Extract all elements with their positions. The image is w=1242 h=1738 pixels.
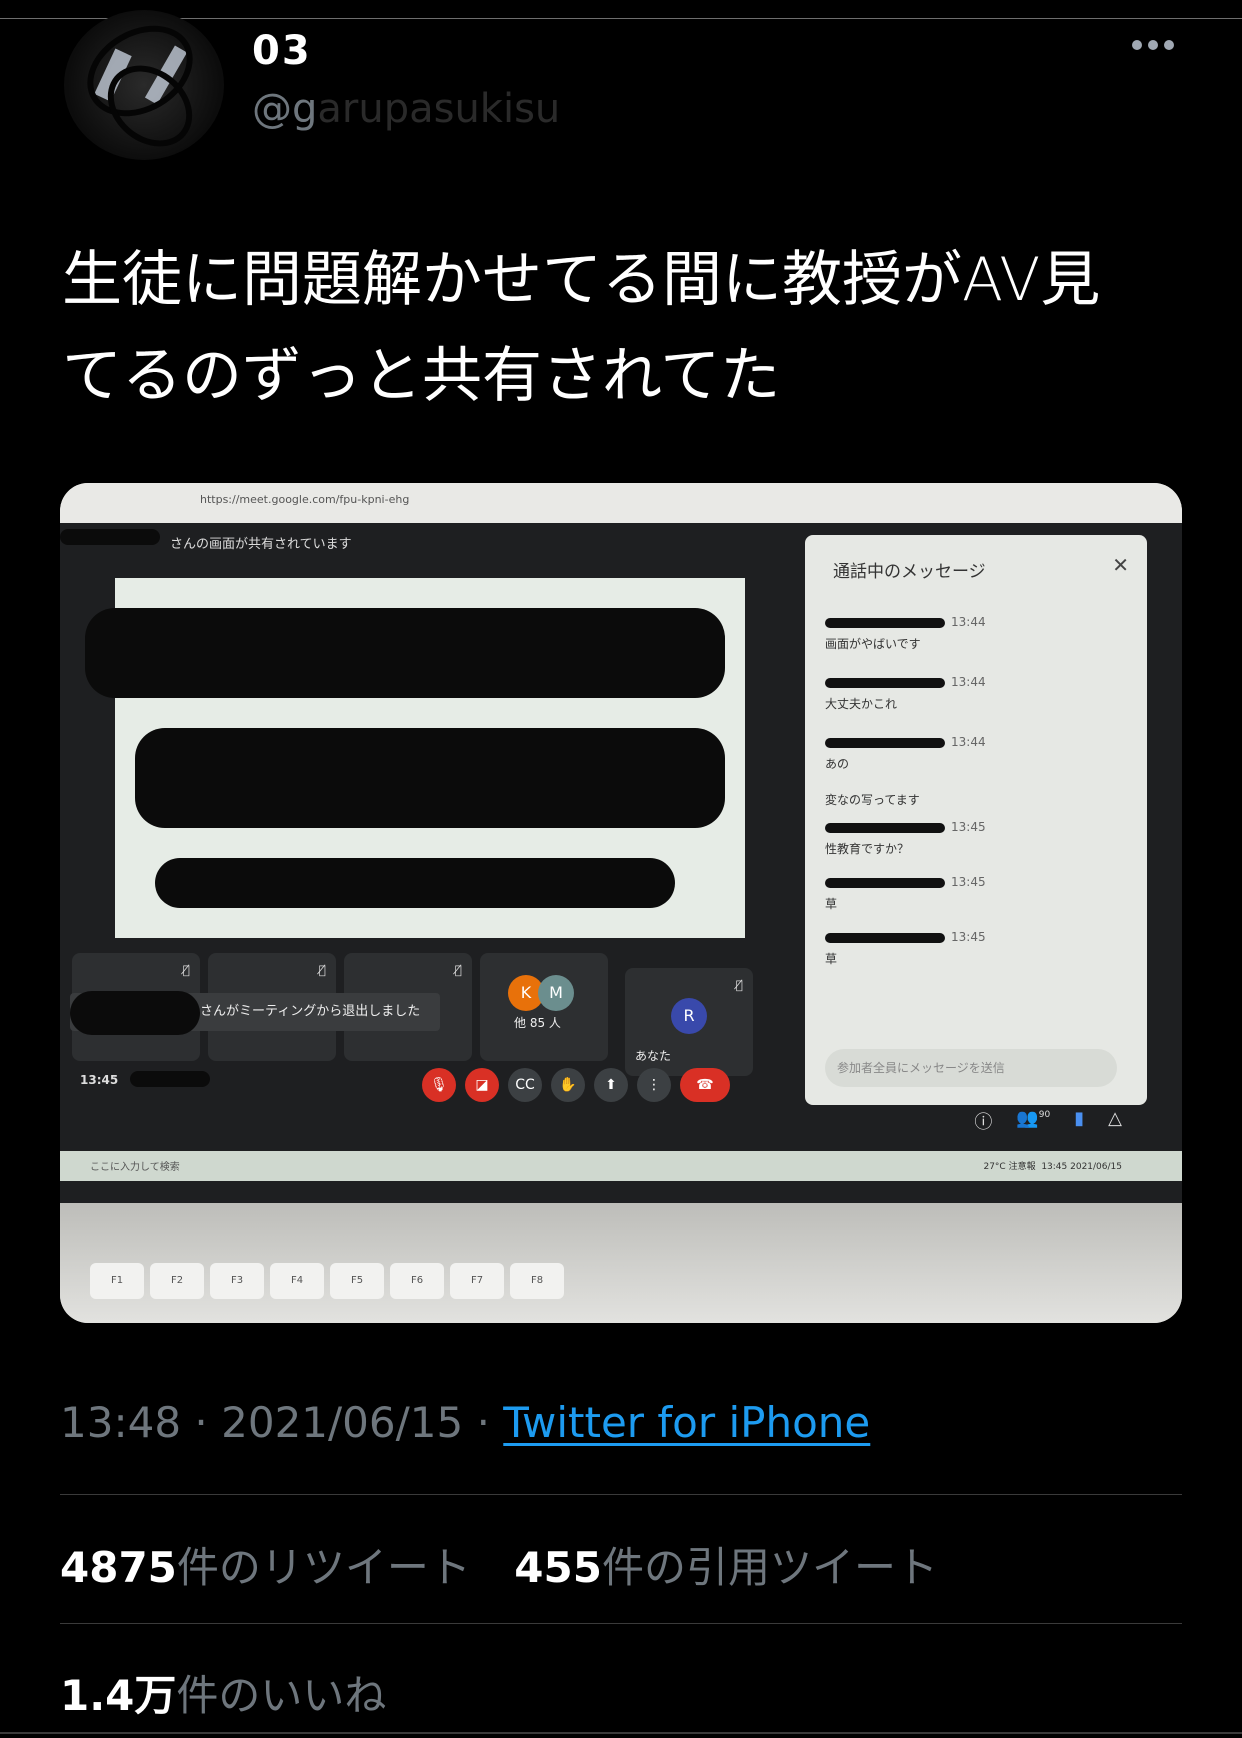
photo-meeting-clock: 13:45 <box>80 1073 119 1087</box>
photo-laptop-bezel: F1 F2 F3 F4 F5 F6 F7 F8 <box>60 1203 1182 1323</box>
quotes-count: 455 <box>514 1543 602 1592</box>
photo-key: F6 <box>390 1263 444 1299</box>
photo-chat-message: 13:44 あの <box>825 735 986 771</box>
photo-keyboard-row: F1 F2 F3 F4 F5 F6 F7 F8 <box>90 1263 564 1299</box>
photo-shared-screen <box>85 578 745 938</box>
activities-icon: △ <box>1108 1108 1122 1129</box>
redaction-mark <box>60 529 160 545</box>
mic-off-icon: 🎙̸ <box>454 963 462 977</box>
photo-windows-taskbar: ここに入力して検索 27°C 注意報 13:45 2021/06/15 <box>60 1151 1182 1181</box>
redaction-mark <box>825 932 945 943</box>
captions-icon: CC <box>508 1068 542 1102</box>
redaction-mark <box>70 991 200 1035</box>
retweets-label: 件のリツイート <box>176 1543 471 1592</box>
redaction-mark <box>135 728 725 828</box>
photo-others-label: 他 85 人 <box>514 1016 561 1030</box>
photo-others-tile: K M 他 85 人 <box>480 953 608 1061</box>
likes-row: 1.4万件のいいね <box>60 1662 416 1723</box>
photo-chat-input: 参加者全員にメッセージを送信 <box>825 1049 1117 1087</box>
photo-share-banner: さんの画面が共有されています <box>170 537 352 552</box>
redaction-mark <box>825 737 945 748</box>
author-handle[interactable]: @garupasukisu <box>252 86 560 132</box>
photo-chat-message: 13:44 画面がやばいです <box>825 615 986 651</box>
more-options-button[interactable] <box>1132 40 1174 50</box>
present-icon: ⬆ <box>594 1068 628 1102</box>
author-display-name[interactable]: 03 <box>252 28 312 74</box>
photo-chat-title: 通話中のメッセージ <box>833 562 986 582</box>
likes-label: 件のいいね <box>176 1671 387 1720</box>
tweet-photo[interactable]: https://meet.google.com/fpu-kpni-ehg さんの… <box>60 483 1182 1323</box>
likes-stat[interactable]: 1.4万件のいいね <box>60 1671 386 1720</box>
divider <box>60 1623 1182 1624</box>
photo-key: F4 <box>270 1263 324 1299</box>
photo-key: F2 <box>150 1263 204 1299</box>
quotes-label: 件の引用ツイート <box>601 1543 938 1592</box>
redaction-mark <box>825 822 945 833</box>
divider <box>60 1494 1182 1495</box>
redaction-mark <box>155 858 675 908</box>
handle-visible: @g <box>252 86 318 132</box>
photo-key: F8 <box>510 1263 564 1299</box>
tweet-source-link[interactable]: Twitter for iPhone <box>503 1398 870 1447</box>
photo-key: F7 <box>450 1263 504 1299</box>
tweet-meta: 13:48 · 2021/06/15 · Twitter for iPhone <box>60 1398 870 1447</box>
photo-chat-message: 13:44 大丈夫かこれ <box>825 675 986 711</box>
photo-key: F1 <box>90 1263 144 1299</box>
retweets-stat[interactable]: 4875件のリツイート <box>60 1543 471 1592</box>
camera-off-icon: ◪ <box>465 1068 499 1102</box>
retweets-count: 4875 <box>60 1543 177 1592</box>
photo-browser-bar: https://meet.google.com/fpu-kpni-ehg <box>60 483 1182 523</box>
mic-off-icon: 🎙̸ <box>318 963 326 977</box>
people-icon: 👥90 <box>1016 1108 1051 1129</box>
redaction-mark <box>825 877 945 888</box>
photo-taskbar-tray: 27°C 注意報 13:45 2021/06/15 <box>983 1162 1122 1172</box>
quote-tweets-stat[interactable]: 455件の引用ツイート <box>514 1543 938 1592</box>
redaction-mark <box>130 1071 210 1087</box>
author-avatar[interactable] <box>64 10 224 160</box>
top-divider <box>0 18 1242 19</box>
photo-chat-message: 13:45 草 <box>825 930 986 966</box>
mic-off-icon: 🎙̸ <box>182 963 190 977</box>
meta-separator: · <box>194 1398 208 1447</box>
tweet-date[interactable]: 2021/06/15 <box>221 1398 463 1447</box>
more-dot-icon <box>1164 40 1174 50</box>
more-vert-icon: ⋮ <box>637 1068 671 1102</box>
photo-meet-screen: さんの画面が共有されています 通話中のメッセージ ✕ 13:44 画面がやばいです… <box>60 523 1182 1203</box>
redaction-mark <box>825 617 945 628</box>
tweet-text-line: てるのずっと共有されてた <box>62 341 781 411</box>
handle-obscured: arupasukisu <box>317 86 561 132</box>
redaction-mark <box>85 608 725 698</box>
mic-off-icon: 🎙 <box>422 1068 456 1102</box>
participant-count: 90 <box>1038 1110 1051 1120</box>
photo-self-tile: 🎙̸ R あなた <box>625 968 753 1076</box>
photo-chat-panel: 通話中のメッセージ ✕ 13:44 画面がやばいです 13:44 大丈夫かこれ 13… <box>805 535 1147 1105</box>
info-icon: ⓘ <box>974 1112 993 1133</box>
chat-icon: ▮ <box>1074 1108 1085 1129</box>
photo-chat-message: 13:45 草 <box>825 875 986 911</box>
photo-browser-url: https://meet.google.com/fpu-kpni-ehg <box>200 493 410 506</box>
photo-self-label: あなた <box>635 1049 672 1063</box>
tweet-text-line: 生徒に問題解かせてる間に教授がAV見 <box>62 245 1101 315</box>
photo-avatar-circle: R <box>671 998 707 1034</box>
photo-meeting-side-icons: ⓘ 👥90 ▮ △ <box>974 1108 1122 1134</box>
photo-key: F5 <box>330 1263 384 1299</box>
tweet-text: 生徒に問題解かせてる間に教授がAV見 てるのずっと共有されてた <box>62 232 1192 424</box>
bottom-divider <box>0 1732 1242 1734</box>
photo-avatar-circle: M <box>538 975 574 1011</box>
tweet-time[interactable]: 13:48 <box>60 1398 181 1447</box>
more-dot-icon <box>1132 40 1142 50</box>
photo-chat-message: 13:45 性教育ですか？ <box>825 820 986 856</box>
meta-separator: · <box>476 1398 490 1447</box>
photo-chat-message: 変なの写ってます <box>825 793 920 807</box>
photo-key: F3 <box>210 1263 264 1299</box>
close-icon: ✕ <box>1112 553 1129 577</box>
more-dot-icon <box>1148 40 1158 50</box>
raise-hand-icon: ✋ <box>551 1068 585 1102</box>
engagement-row: 4875件のリツイート 455件の引用ツイート <box>60 1534 968 1595</box>
end-call-icon: ☎ <box>680 1068 730 1102</box>
mic-off-icon: 🎙̸ <box>735 978 743 992</box>
likes-count: 1.4万 <box>60 1671 177 1720</box>
photo-taskbar-search: ここに入力して検索 <box>90 1162 180 1173</box>
redaction-mark <box>825 677 945 688</box>
